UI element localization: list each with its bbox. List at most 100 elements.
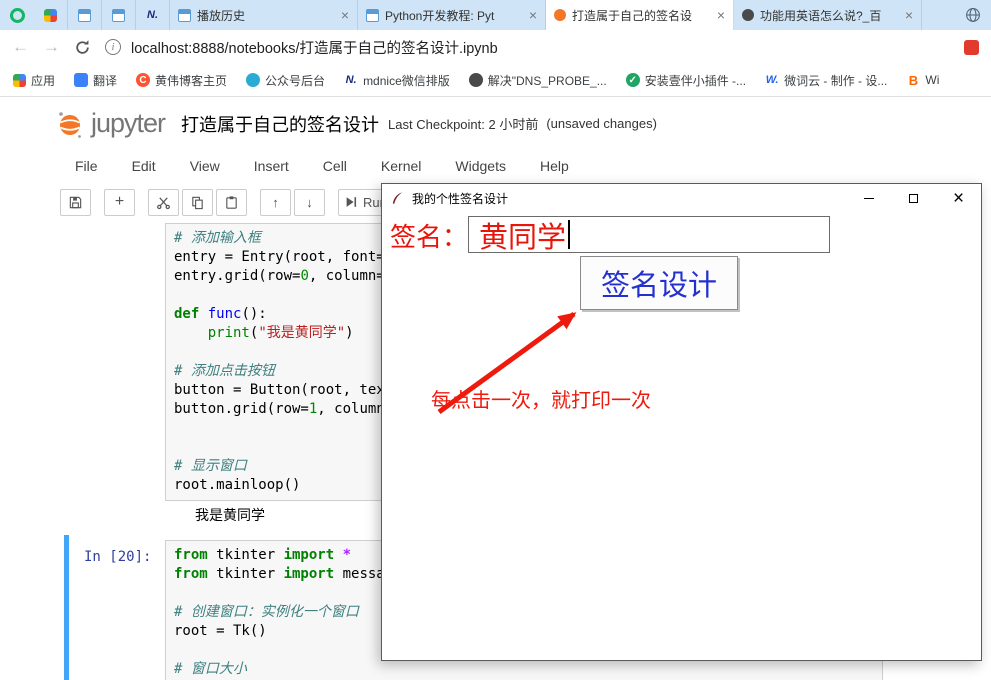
address-bar: i localhost:8888/notebooks/打造属于自己的签名设计.i… <box>0 30 991 64</box>
b-site-icon: B <box>908 72 919 88</box>
move-cell-up-button[interactable] <box>260 188 291 216</box>
bookmark-truncated[interactable]: B Wi <box>906 72 940 88</box>
scissors-icon <box>157 196 170 209</box>
calendar-icon <box>78 8 91 22</box>
globe-icon <box>966 8 980 22</box>
url-text[interactable]: localhost:8888/notebooks/打造属于自己的签名设计.ipy… <box>131 37 498 58</box>
signature-entry[interactable]: 黄同学 <box>468 216 830 254</box>
bookmark-yiban-plugin[interactable]: 安装壹伴小插件 -... <box>625 72 747 89</box>
menu-widgets[interactable]: Widgets <box>455 158 506 174</box>
site-favicon-icon <box>742 9 754 21</box>
checkpoint-text: Last Checkpoint: 2 小时前 <box>388 117 539 132</box>
apps-grid-icon <box>44 8 57 22</box>
cut-cell-button[interactable] <box>148 188 179 216</box>
cell-prompt: In [20]: <box>84 549 152 565</box>
bookmark-csdn-blog[interactable]: C 黄伟博客主页 <box>136 72 227 89</box>
calendar-icon <box>112 8 125 22</box>
signature-label: 签名： <box>390 223 469 252</box>
paste-cell-button[interactable] <box>216 188 247 216</box>
close-icon[interactable] <box>905 8 913 22</box>
annotation-text: 每点击一次，就打印一次 <box>431 390 651 412</box>
calendar-icon <box>178 8 191 22</box>
weiciyun-icon: W. <box>765 74 779 86</box>
pinned-tab-mdnice[interactable]: N. <box>136 0 170 30</box>
bookmark-translate[interactable]: 翻译 <box>74 72 117 89</box>
tab-english-question[interactable]: 功能用英语怎么说?_百 <box>734 0 922 30</box>
unsaved-changes-text: (unsaved changes) <box>546 116 657 131</box>
mdnice-icon: N. <box>147 9 158 21</box>
menu-view[interactable]: View <box>190 158 220 174</box>
notebook-title[interactable]: 打造属于自己的签名设计 <box>181 111 379 137</box>
minimize-icon <box>863 198 874 199</box>
bookmark-label: 微词云 - 制作 - 设... <box>784 73 888 88</box>
maximize-icon <box>909 194 918 203</box>
omnibox[interactable]: i localhost:8888/notebooks/打造属于自己的签名设计.i… <box>105 34 950 60</box>
menu-help[interactable]: Help <box>540 158 569 174</box>
browser-chrome: N. 播放历史 Python开发教程: Pyt 打造属于自己的签名设 功能用英语… <box>0 0 991 97</box>
cell-output-text: 我是黄同学 <box>195 508 265 524</box>
pinned-tab-calendar-1[interactable] <box>68 0 102 30</box>
forward-button[interactable] <box>43 37 60 57</box>
pinned-tab-apps[interactable] <box>34 0 68 30</box>
minimize-button[interactable] <box>846 184 891 213</box>
bookmark-apps[interactable]: 应用 <box>13 72 55 89</box>
save-icon <box>69 196 82 208</box>
signature-design-button[interactable]: 签名设计 <box>580 256 738 310</box>
close-icon[interactable] <box>341 8 349 22</box>
notebook-menubar: File Edit View Insert Cell Kernel Widget… <box>0 150 991 182</box>
menu-file[interactable]: File <box>75 158 98 174</box>
paste-icon <box>226 195 237 209</box>
move-cell-down-button[interactable] <box>294 188 325 216</box>
apps-grid-icon <box>13 73 26 87</box>
menu-insert[interactable]: Insert <box>254 158 289 174</box>
save-button[interactable] <box>60 188 91 216</box>
bookmark-mp-admin[interactable]: 公众号后台 <box>246 72 325 89</box>
entry-value: 黄同学 <box>479 221 567 254</box>
jupyter-logo-text[interactable]: jupyter <box>91 108 166 139</box>
back-button[interactable] <box>12 37 29 57</box>
bookmark-label: Wi <box>925 73 940 87</box>
hot-icon[interactable] <box>964 39 979 55</box>
browser-logo-ring-icon <box>9 7 25 23</box>
copy-icon <box>192 196 203 209</box>
bookmark-label: 黄伟博客主页 <box>155 73 228 88</box>
tk-title-bar[interactable]: 我的个性签名设计 <box>382 184 981 213</box>
menu-cell[interactable]: Cell <box>323 158 347 174</box>
official-account-icon <box>246 73 261 87</box>
tk-window[interactable]: 我的个性签名设计 签名： 黄同学 签名设计 每点击一次，就打印一次 <box>381 183 982 661</box>
browser-logo-icon[interactable] <box>0 0 34 30</box>
calendar-icon <box>366 8 379 22</box>
bookmark-label: 解决"DNS_PROBE_... <box>487 73 607 88</box>
bookmark-dns-fix[interactable]: 解决"DNS_PROBE_... <box>468 72 607 89</box>
add-cell-button[interactable] <box>104 188 135 216</box>
bug-icon <box>468 73 483 87</box>
check-icon <box>625 73 640 87</box>
globe-button[interactable] <box>955 0 991 30</box>
refresh-button[interactable] <box>74 39 91 56</box>
jupyter-logo-icon[interactable] <box>55 109 85 139</box>
mdnice-icon: N. <box>345 74 357 86</box>
pinned-tab-calendar-2[interactable] <box>102 0 136 30</box>
tab-bar: N. 播放历史 Python开发教程: Pyt 打造属于自己的签名设 功能用英语… <box>0 0 991 30</box>
feather-icon <box>392 192 403 204</box>
tab-playback-history[interactable]: 播放历史 <box>170 0 358 30</box>
tab-title: 功能用英语怎么说?_百 <box>760 8 882 23</box>
tab-python-tutorial[interactable]: Python开发教程: Pyt <box>358 0 546 30</box>
close-icon[interactable] <box>717 8 725 22</box>
tab-signature-notebook[interactable]: 打造属于自己的签名设 <box>546 0 734 30</box>
notebook-header: jupyter 打造属于自己的签名设计 Last Checkpoint: 2 小… <box>0 97 991 150</box>
tab-title: 打造属于自己的签名设 <box>572 8 693 23</box>
copy-cell-button[interactable] <box>182 188 213 216</box>
close-button[interactable] <box>936 184 981 213</box>
menu-kernel[interactable]: Kernel <box>381 158 421 174</box>
close-icon[interactable] <box>529 8 537 22</box>
maximize-button[interactable] <box>891 184 936 213</box>
bookmark-weiciyun[interactable]: W. 微词云 - 制作 - 设... <box>765 72 888 89</box>
bookmark-mdnice[interactable]: N. mdnice微信排版 <box>344 72 450 89</box>
tk-window-controls <box>846 184 981 213</box>
bookmarks-bar: 应用 翻译 C 黄伟博客主页 公众号后台 N. mdnice微信排版 解决"DN… <box>0 64 991 97</box>
page-info-icon[interactable]: i <box>105 39 121 55</box>
translate-icon <box>74 73 89 87</box>
bookmark-label: 安装壹伴小插件 -... <box>644 73 747 88</box>
menu-edit[interactable]: Edit <box>132 158 156 174</box>
